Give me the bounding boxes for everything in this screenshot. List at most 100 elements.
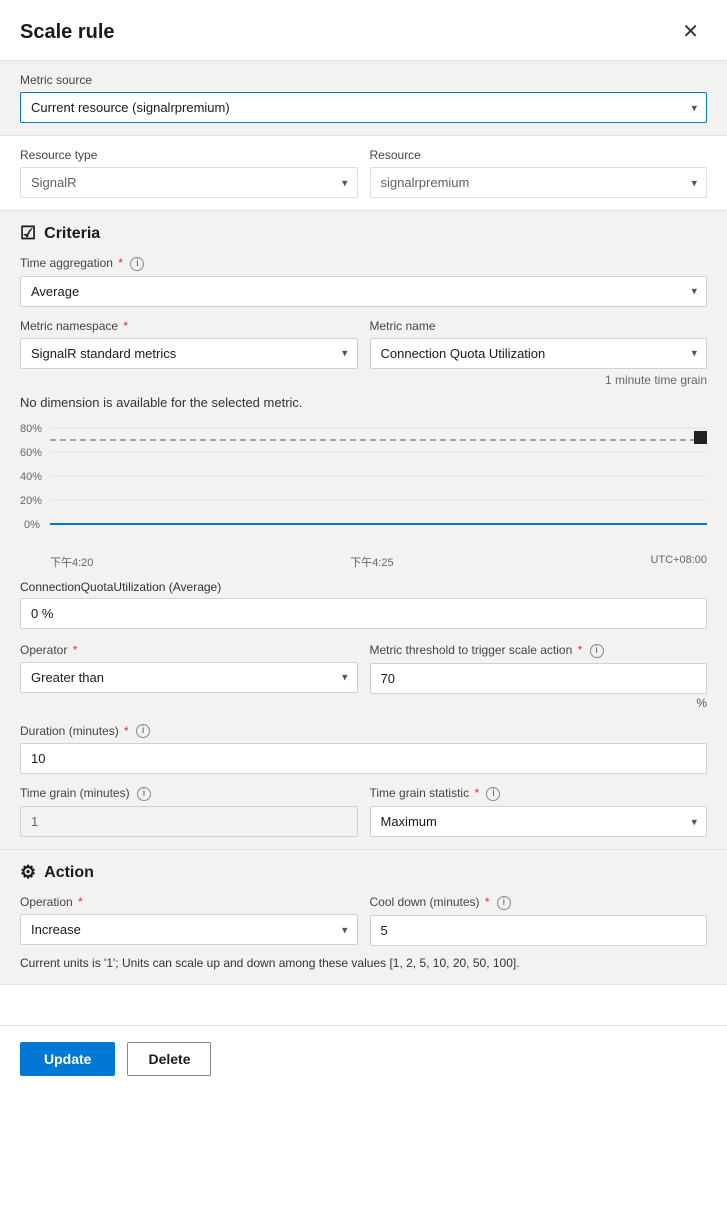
- metric-namespace-label: Metric namespace *: [20, 319, 358, 333]
- x-label-1: 下午4:20: [50, 554, 93, 570]
- time-grain-statistic-label: Time grain statistic * i: [370, 786, 708, 801]
- utilization-label: ConnectionQuotaUtilization (Average): [20, 580, 707, 594]
- time-aggregation-group: Time aggregation * i Average Minimum Max…: [20, 256, 707, 307]
- close-button[interactable]: ✕: [674, 18, 707, 46]
- time-aggregation-select-wrapper: Average Minimum Maximum Total Count ▾: [20, 276, 707, 307]
- metric-threshold-info-icon[interactable]: i: [590, 644, 604, 658]
- update-button[interactable]: Update: [20, 1042, 115, 1076]
- panel-header: Scale rule ✕: [0, 0, 727, 60]
- operator-col: Operator * Greater than Less than Greate…: [20, 643, 358, 710]
- units-note: Current units is '1'; Units can scale up…: [20, 954, 707, 972]
- operation-required: *: [78, 895, 83, 909]
- duration-required: *: [124, 724, 129, 738]
- spacer-footer: [0, 985, 727, 1025]
- operation-cooldown-row: Operation * Increase Decrease Set to ▾ C…: [20, 895, 707, 946]
- time-grain-statistic-info-icon[interactable]: i: [486, 787, 500, 801]
- svg-text:0%: 0%: [24, 519, 40, 531]
- cool-down-label: Cool down (minutes) * i: [370, 895, 708, 910]
- metric-namespace-col: Metric namespace * SignalR standard metr…: [20, 319, 358, 369]
- resource-type-select[interactable]: SignalR: [20, 167, 358, 198]
- metric-threshold-input[interactable]: [370, 663, 708, 694]
- metric-source-section: Metric source Current resource (signalrp…: [0, 61, 727, 135]
- panel-title: Scale rule: [20, 21, 115, 44]
- operator-required: *: [73, 643, 78, 657]
- duration-info-icon[interactable]: i: [136, 724, 150, 738]
- resource-type-col: Resource type SignalR ▾: [20, 148, 358, 198]
- duration-group: Duration (minutes) * i: [20, 724, 707, 775]
- criteria-section: ☑ Criteria Time aggregation * i Average …: [0, 211, 727, 849]
- time-aggregation-select[interactable]: Average Minimum Maximum Total Count: [20, 276, 707, 307]
- operation-col: Operation * Increase Decrease Set to ▾: [20, 895, 358, 946]
- metric-threshold-required: *: [578, 643, 583, 657]
- metric-name-select[interactable]: Connection Quota Utilization: [370, 338, 708, 369]
- time-grain-minutes-col: Time grain (minutes) i: [20, 786, 358, 837]
- metric-row: Metric namespace * SignalR standard metr…: [20, 319, 707, 369]
- time-grain-statistic-required: *: [474, 786, 479, 800]
- operator-select-wrapper: Greater than Less than Greater than or e…: [20, 662, 358, 693]
- operator-threshold-row: Operator * Greater than Less than Greate…: [20, 643, 707, 710]
- cool-down-required: *: [485, 895, 490, 909]
- metric-threshold-label: Metric threshold to trigger scale action…: [370, 643, 708, 658]
- operation-select[interactable]: Increase Decrease Set to: [20, 914, 358, 945]
- resource-select[interactable]: signalrpremium: [370, 167, 708, 198]
- resource-type-label: Resource type: [20, 148, 358, 162]
- time-grain-statistic-select[interactable]: Maximum Minimum Average Sum: [370, 806, 708, 837]
- time-grain-note: 1 minute time grain: [20, 373, 707, 387]
- time-grain-statistic-select-wrapper: Maximum Minimum Average Sum ▾: [370, 806, 708, 837]
- action-heading: ⚙ Action: [20, 862, 707, 883]
- criteria-heading: ☑ Criteria: [20, 223, 707, 244]
- svg-text:60%: 60%: [20, 447, 42, 459]
- criteria-title: Criteria: [44, 225, 100, 243]
- chart-x-labels: 下午4:20 下午4:25 UTC+08:00: [20, 552, 707, 570]
- metric-name-col: Metric name Connection Quota Utilization…: [370, 319, 708, 369]
- metric-threshold-suffix: %: [370, 696, 708, 710]
- resource-label: Resource: [370, 148, 708, 162]
- operator-label: Operator *: [20, 643, 358, 657]
- spacer-2: [20, 710, 707, 724]
- metric-source-select[interactable]: Current resource (signalrpremium): [20, 92, 707, 123]
- time-aggregation-info-icon[interactable]: i: [130, 257, 144, 271]
- time-grain-minutes-input[interactable]: [20, 806, 358, 837]
- scale-rule-panel: Scale rule ✕ Metric source Current resou…: [0, 0, 727, 1228]
- utilization-value[interactable]: [20, 598, 707, 629]
- metric-source-select-wrapper: Current resource (signalrpremium) ▾: [20, 92, 707, 123]
- time-grain-statistic-col: Time grain statistic * i Maximum Minimum…: [370, 786, 708, 837]
- action-section: ⚙ Action Operation * Increase Decrease S…: [0, 850, 727, 984]
- svg-text:40%: 40%: [20, 471, 42, 483]
- resource-section: Resource type SignalR ▾ Resource signalr…: [0, 136, 727, 210]
- cool-down-col: Cool down (minutes) * i: [370, 895, 708, 946]
- time-grain-row: Time grain (minutes) i Time grain statis…: [20, 786, 707, 837]
- utilization-group: ConnectionQuotaUtilization (Average): [20, 580, 707, 629]
- operation-label: Operation *: [20, 895, 358, 909]
- svg-text:20%: 20%: [20, 495, 42, 507]
- operation-select-wrapper: Increase Decrease Set to ▾: [20, 914, 358, 945]
- metric-threshold-col: Metric threshold to trigger scale action…: [370, 643, 708, 710]
- cool-down-info-icon[interactable]: i: [497, 896, 511, 910]
- resource-row: Resource type SignalR ▾ Resource signalr…: [20, 148, 707, 198]
- no-dimension-message: No dimension is available for the select…: [20, 395, 707, 410]
- metric-chart: 80% 60% 40% 20% 0%: [20, 418, 707, 548]
- delete-button[interactable]: Delete: [127, 1042, 211, 1076]
- action-title: Action: [44, 864, 94, 882]
- resource-col: Resource signalrpremium ▾: [370, 148, 708, 198]
- svg-text:80%: 80%: [20, 423, 42, 435]
- operator-select[interactable]: Greater than Less than Greater than or e…: [20, 662, 358, 693]
- duration-label: Duration (minutes) * i: [20, 724, 707, 739]
- time-grain-minutes-label: Time grain (minutes) i: [20, 786, 358, 801]
- x-label-3: UTC+08:00: [650, 554, 707, 570]
- metric-namespace-select-wrapper: SignalR standard metrics ▾: [20, 338, 358, 369]
- time-aggregation-label: Time aggregation * i: [20, 256, 707, 271]
- metric-name-label: Metric name: [370, 319, 708, 333]
- duration-input[interactable]: [20, 743, 707, 774]
- metric-namespace-select[interactable]: SignalR standard metrics: [20, 338, 358, 369]
- time-grain-minutes-info-icon[interactable]: i: [137, 787, 151, 801]
- metric-name-select-wrapper: Connection Quota Utilization ▾: [370, 338, 708, 369]
- metric-namespace-required: *: [123, 319, 128, 333]
- criteria-icon: ☑: [20, 223, 36, 244]
- resource-select-wrapper: signalrpremium ▾: [370, 167, 708, 198]
- resource-type-select-wrapper: SignalR ▾: [20, 167, 358, 198]
- cool-down-input[interactable]: [370, 915, 708, 946]
- metric-source-label: Metric source: [20, 73, 707, 87]
- chart-svg: 80% 60% 40% 20% 0%: [20, 418, 707, 548]
- x-label-2: 下午4:25: [350, 554, 393, 570]
